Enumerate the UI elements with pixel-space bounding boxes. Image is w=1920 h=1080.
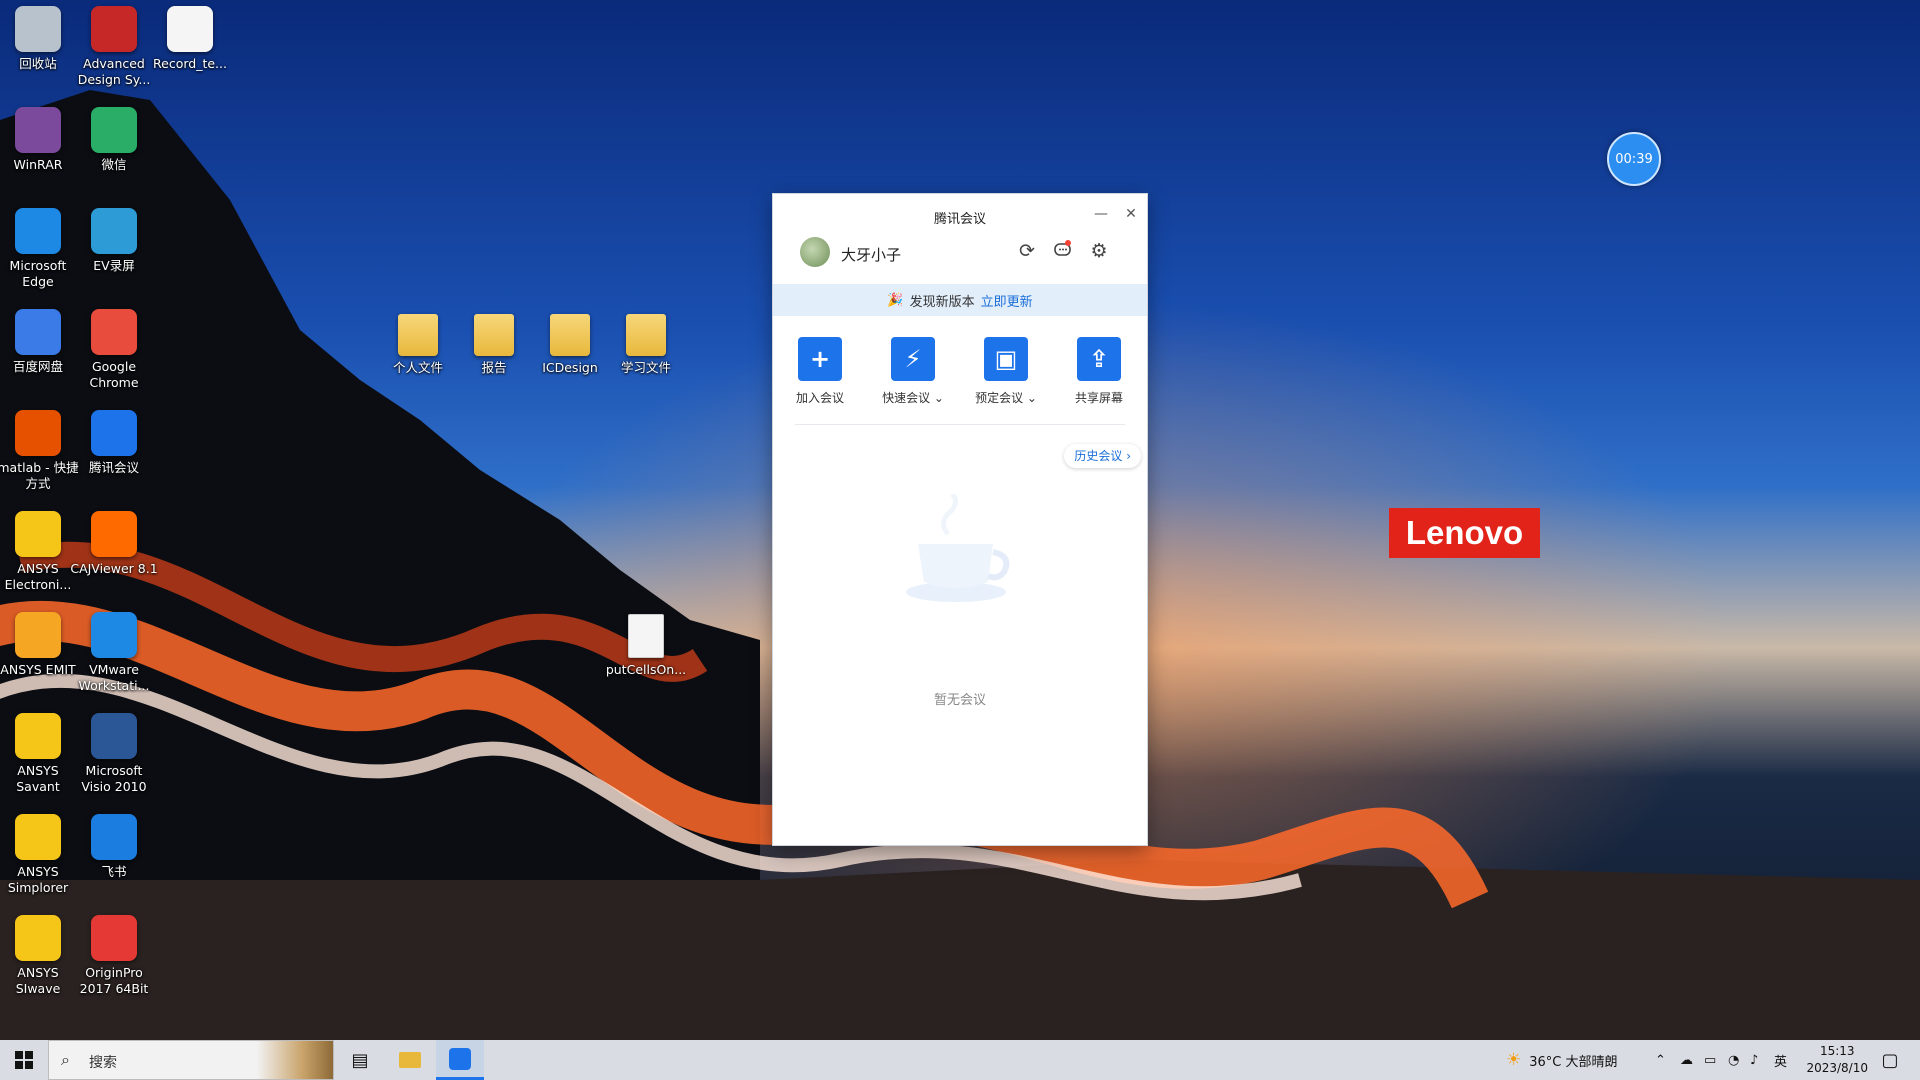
settings-gear-icon[interactable]: ⚙: [1087, 239, 1111, 263]
party-icon: 🎉: [887, 292, 904, 308]
winrar-icon: [15, 107, 61, 153]
recycle-bin-icon: [15, 6, 61, 52]
folder-report[interactable]: 报告: [450, 314, 538, 376]
weather-widget[interactable]: ☀ 36°C 大部晴朗: [1506, 1040, 1618, 1080]
desktop-icon-wechat[interactable]: 微信: [70, 107, 158, 173]
battery-icon[interactable]: ▭: [1704, 1040, 1716, 1080]
folder-icon: [474, 314, 514, 356]
user-name[interactable]: 大牙小子: [841, 244, 901, 265]
desktop-icon-file[interactable]: Record_te...: [146, 6, 234, 72]
message-icon[interactable]: [1051, 239, 1075, 263]
onedrive-icon[interactable]: ☁: [1680, 1040, 1693, 1080]
empty-coffee-cup-icon: [906, 494, 1010, 602]
file-explorer-icon[interactable]: [386, 1040, 434, 1080]
taskbar-search[interactable]: ⌕ 搜索: [48, 1040, 334, 1080]
tencent-meeting-icon: [91, 410, 137, 456]
desktop-icon-tencent-meeting[interactable]: 腾讯会议: [70, 410, 158, 476]
title-bar[interactable]: 腾讯会议 — ✕: [773, 194, 1147, 234]
volume-icon[interactable]: ♪: [1750, 1040, 1758, 1080]
join-meeting-button[interactable]: + 加入会议: [780, 337, 860, 406]
edge-icon: [15, 208, 61, 254]
clock[interactable]: 15:13 2023/8/10: [1806, 1043, 1868, 1077]
minimize-button[interactable]: —: [1091, 204, 1111, 224]
vmware-icon: [91, 612, 137, 658]
history-meetings-button[interactable]: 历史会议 ›: [1064, 444, 1141, 468]
desktop-icon-vmware[interactable]: VMware Workstati...: [70, 612, 158, 694]
search-highlight-image: [257, 1041, 333, 1079]
windows-icon: [15, 1051, 33, 1069]
folder-icon: [398, 314, 438, 356]
visio-icon: [91, 713, 137, 759]
divider: [795, 424, 1125, 425]
start-button[interactable]: [0, 1040, 48, 1080]
empty-state-text: 暂无会议: [933, 693, 986, 708]
desktop-icon-ads[interactable]: Advanced Design Sy...: [70, 6, 158, 88]
folder-icdesign[interactable]: ICDesign: [526, 314, 614, 376]
update-banner: 🎉 发现新版本 立即更新: [773, 284, 1147, 316]
folder-icon: [550, 314, 590, 356]
wechat-icon: [91, 107, 137, 153]
ev-recorder-icon: [91, 208, 137, 254]
tray-chevron-icon[interactable]: ⌃: [1655, 1040, 1666, 1080]
taskbar: ⌕ 搜索 ▤ ☀ 36°C 大部晴朗 ⌃ ☁ ▭ ◔ ♪ 英 15:13 202…: [0, 1040, 1920, 1080]
notification-icon[interactable]: ▢: [1866, 1040, 1914, 1080]
desktop-icon-chrome[interactable]: Google Chrome: [70, 309, 158, 391]
file-icon: [167, 6, 213, 52]
plus-icon: +: [798, 337, 842, 381]
ansys-siwave-icon: [15, 915, 61, 961]
wifi-icon[interactable]: ◔: [1728, 1040, 1739, 1080]
originpro-icon: [91, 915, 137, 961]
search-icon: ⌕: [61, 1050, 70, 1069]
lenovo-logo: Lenovo: [1389, 508, 1540, 558]
desktop-icon-ev-recorder[interactable]: EV录屏: [70, 208, 158, 274]
matlab-icon: [15, 410, 61, 456]
folder-icon: [626, 314, 666, 356]
search-placeholder: 搜索: [89, 1055, 117, 1071]
schedule-meeting-button[interactable]: ▣ 预定会议 ⌄: [966, 337, 1046, 406]
close-button[interactable]: ✕: [1121, 204, 1141, 224]
ansys-emit-icon: [15, 612, 61, 658]
ime-indicator[interactable]: 英: [1774, 1040, 1787, 1080]
recording-timer[interactable]: 00:39: [1607, 132, 1661, 186]
desktop-icon-cajviewer[interactable]: CAJViewer 8.1: [70, 511, 158, 577]
share-screen-icon: ⇪: [1077, 337, 1121, 381]
update-now-link[interactable]: 立即更新: [981, 291, 1033, 310]
baidu-netdisk-icon: [15, 309, 61, 355]
refresh-icon[interactable]: ⟳: [1015, 239, 1039, 263]
lightning-icon: ⚡: [891, 337, 935, 381]
action-bar: + 加入会议 ⚡ 快速会议 ⌄ ▣ 预定会议 ⌄ ⇪ 共享屏幕: [773, 337, 1147, 407]
task-view-icon[interactable]: ▤: [336, 1040, 384, 1080]
desktop-icon-originpro[interactable]: OriginPro 2017 64Bit: [70, 915, 158, 997]
banner-text: 发现新版本: [909, 294, 975, 310]
ads-icon: [91, 6, 137, 52]
share-screen-button[interactable]: ⇪ 共享屏幕: [1059, 337, 1139, 406]
user-row: 大牙小子 ⟳ ⚙: [773, 234, 1147, 270]
weather-sun-icon: ☀: [1506, 1050, 1522, 1070]
chrome-icon: [91, 309, 137, 355]
calendar-icon: ▣: [984, 337, 1028, 381]
tencent-meeting-window: 腾讯会议 — ✕ 大牙小子 ⟳ ⚙ 🎉 发现新版本 立即更新 + 加入会议 ⚡ …: [773, 194, 1147, 845]
folder-study[interactable]: 学习文件: [602, 314, 690, 376]
ansys-simplorer-icon: [15, 814, 61, 860]
ansys-savant-icon: [15, 713, 61, 759]
tencent-meeting-taskbar-icon[interactable]: [436, 1040, 484, 1080]
ansys-electronics-icon: [15, 511, 61, 557]
desktop-icon-visio[interactable]: Microsoft Visio 2010: [70, 713, 158, 795]
desktop-file-putcells[interactable]: putCellsOn...: [602, 614, 690, 678]
quick-meeting-button[interactable]: ⚡ 快速会议 ⌄: [873, 337, 953, 406]
desktop-icon-feishu[interactable]: 飞书: [70, 814, 158, 880]
file-icon: [628, 614, 664, 658]
feishu-icon: [91, 814, 137, 860]
avatar[interactable]: [800, 237, 830, 267]
cajviewer-icon: [91, 511, 137, 557]
folder-personal[interactable]: 个人文件: [374, 314, 462, 376]
